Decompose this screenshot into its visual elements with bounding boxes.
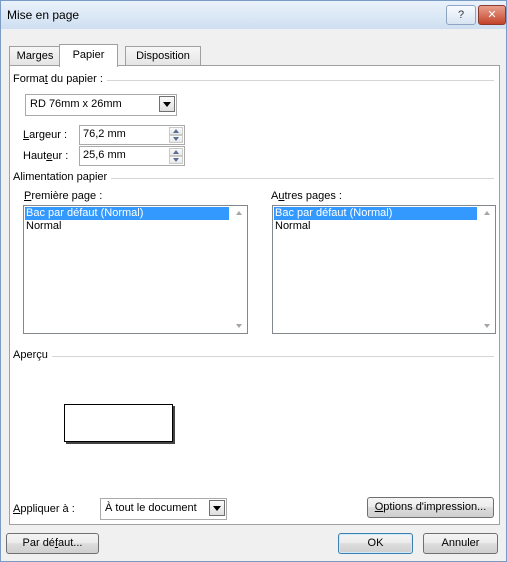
scrollbar[interactable] (479, 206, 495, 333)
group-divider (18, 356, 494, 357)
spin-up-icon[interactable] (169, 127, 183, 135)
cancel-button[interactable]: Annuler (423, 533, 498, 554)
tab-label: Disposition (136, 50, 190, 62)
scroll-up-icon[interactable] (236, 211, 242, 215)
list-item[interactable]: Bac par défaut (Normal) (274, 207, 477, 220)
list-item[interactable]: Normal (25, 220, 61, 233)
scrollbar[interactable] (231, 206, 247, 333)
apply-to-label: Appliquer à : (13, 503, 75, 515)
ok-button[interactable]: OK (338, 533, 413, 554)
scroll-down-icon[interactable] (484, 324, 490, 328)
help-button[interactable]: ? (446, 5, 476, 25)
tab-paper[interactable]: Papier (59, 44, 118, 67)
height-spinner (169, 147, 183, 165)
other-pages-list[interactable]: Bac par défaut (Normal) Normal (272, 205, 496, 334)
spin-down-icon[interactable] (169, 135, 183, 143)
tab-margins[interactable]: Marges (9, 46, 61, 66)
title-bar: Mise en page ? ✕ (1, 1, 506, 29)
list-item[interactable]: Normal (274, 220, 310, 233)
paper-source-group-label: Alimentation papier (13, 171, 112, 183)
chevron-down-icon[interactable] (209, 500, 225, 516)
width-spinner (169, 126, 183, 144)
chevron-down-icon[interactable] (159, 96, 175, 112)
dialog-title: Mise en page (7, 8, 80, 22)
print-options-button[interactable]: Options d'impression... (367, 497, 494, 518)
spin-down-icon[interactable] (169, 156, 183, 164)
tab-label: Marges (16, 50, 54, 62)
help-icon: ? (457, 9, 465, 21)
other-pages-label: Autres pages : (271, 190, 342, 202)
first-page-list[interactable]: Bac par défaut (Normal) Normal (23, 205, 248, 334)
page-preview (64, 404, 173, 442)
tab-panel: Format du papier : RD 76mm x 26mm Largeu… (9, 65, 500, 525)
apply-to-value: À tout le document (105, 502, 197, 514)
height-field[interactable]: 25,6 mm (79, 146, 185, 166)
width-field[interactable]: 76,2 mm (79, 125, 185, 145)
close-button[interactable]: ✕ (478, 5, 506, 25)
paper-format-group-label: Format du papier : (13, 73, 107, 85)
set-default-button[interactable]: Par défaut... (6, 533, 99, 554)
first-page-label: Première page : (24, 190, 103, 202)
spin-up-icon[interactable] (169, 148, 183, 156)
scroll-down-icon[interactable] (236, 324, 242, 328)
tab-layout[interactable]: Disposition (125, 46, 201, 66)
width-label: Largeur : (23, 129, 68, 141)
width-value: 76,2 mm (83, 128, 126, 140)
close-icon: ✕ (487, 9, 497, 21)
list-item[interactable]: Bac par défaut (Normal) (25, 207, 229, 220)
height-label: Hauteur : (23, 150, 69, 162)
preview-group-label: Aperçu (13, 349, 52, 361)
apply-to-select[interactable]: À tout le document (100, 498, 227, 520)
height-value: 25,6 mm (83, 149, 126, 161)
paper-size-value: RD 76mm x 26mm (30, 98, 122, 110)
scroll-up-icon[interactable] (484, 211, 490, 215)
paper-size-select[interactable]: RD 76mm x 26mm (25, 94, 177, 116)
page-setup-dialog: Mise en page ? ✕ Marges Papier Dispositi… (0, 0, 507, 562)
tab-label: Papier (72, 49, 105, 61)
